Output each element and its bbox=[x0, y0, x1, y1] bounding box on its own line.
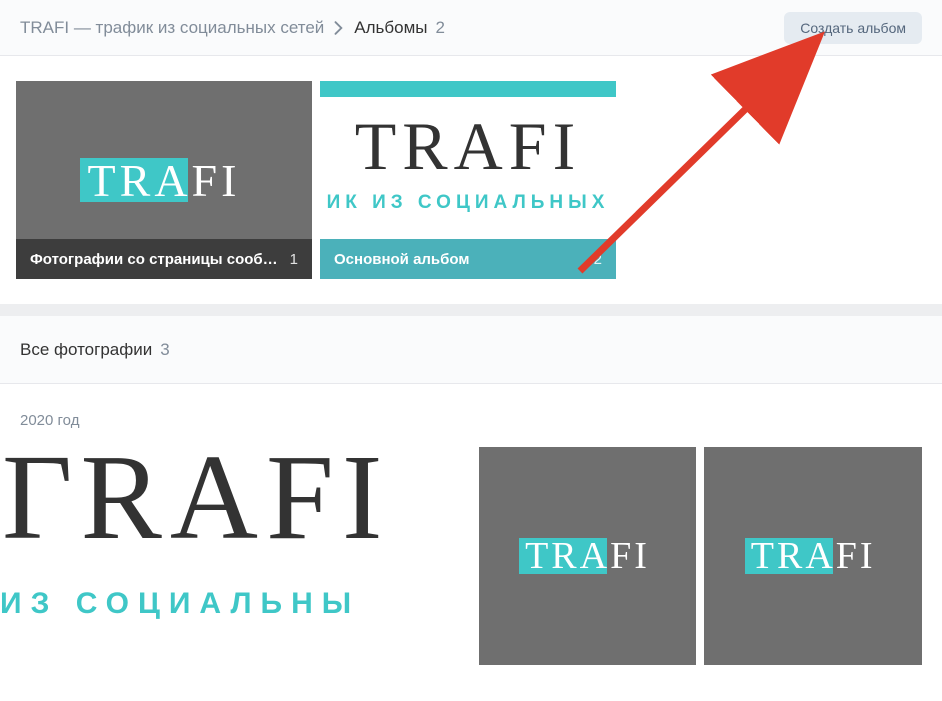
breadcrumb-current: Альбомы bbox=[354, 18, 427, 38]
photo-logo-subtext: ИЗ СОЦИАЛЬНЫ bbox=[0, 587, 471, 621]
photo-item[interactable]: TRAFI bbox=[704, 447, 922, 665]
photo-item[interactable]: TRAFI bbox=[479, 447, 697, 665]
trafi-logo-icon: TRAFI bbox=[751, 534, 876, 578]
teal-strip-icon bbox=[320, 81, 616, 97]
create-album-button[interactable]: Создать альбом bbox=[784, 12, 922, 44]
album-footer: Основной альбом 2 bbox=[320, 239, 616, 279]
trafi-logo-icon: TRAFI bbox=[88, 154, 241, 207]
album-card[interactable]: TRAFI Фотографии со страницы сообщ… 1 bbox=[16, 81, 312, 279]
album-footer: Фотографии со страницы сообщ… 1 bbox=[16, 239, 312, 279]
all-photos-header: Все фотографии 3 bbox=[0, 316, 942, 384]
album-title: Основной альбом bbox=[334, 251, 469, 268]
logo-text: TRAFI bbox=[88, 155, 241, 206]
album-count: 2 bbox=[594, 251, 602, 268]
chevron-right-icon bbox=[334, 21, 344, 35]
year-section: 2020 год ГRAFI ИЗ СОЦИАЛЬНЫ TRAFI TRAFI bbox=[0, 384, 942, 681]
all-photos-count: 3 bbox=[160, 340, 169, 360]
year-label: 2020 год bbox=[20, 412, 922, 429]
photo-logo-text: ГRAFI bbox=[2, 447, 471, 559]
albums-row: TRAFI Фотографии со страницы сообщ… 1 TR… bbox=[0, 56, 942, 304]
photo-grid: ГRAFI ИЗ СОЦИАЛЬНЫ TRAFI TRAFI bbox=[0, 447, 922, 665]
all-photos-title: Все фотографии bbox=[20, 340, 152, 360]
photo-item[interactable]: ГRAFI ИЗ СОЦИАЛЬНЫ bbox=[0, 447, 471, 665]
logo-text: TRAFI bbox=[751, 535, 876, 577]
album-card[interactable]: TRAFI ИК ИЗ СОЦИАЛЬНЫХ Основной альбом 2 bbox=[320, 81, 616, 279]
section-divider bbox=[0, 304, 942, 316]
album-count: 1 bbox=[290, 251, 298, 268]
breadcrumb-count: 2 bbox=[436, 18, 445, 38]
trafi-logo-icon: TRAFI bbox=[525, 534, 650, 578]
breadcrumb-root[interactable]: TRAFI — трафик из социальных сетей bbox=[20, 18, 324, 38]
logo-text: TRAFI bbox=[525, 535, 650, 577]
album-title: Фотографии со страницы сообщ… bbox=[30, 251, 282, 268]
header-bar: TRAFI — трафик из социальных сетей Альбо… bbox=[0, 0, 942, 56]
logo-subtext: ИК ИЗ СОЦИАЛЬНЫХ bbox=[320, 192, 616, 214]
breadcrumb: TRAFI — трафик из социальных сетей Альбо… bbox=[20, 18, 445, 38]
logo-text-large: TRAFI bbox=[320, 107, 616, 186]
